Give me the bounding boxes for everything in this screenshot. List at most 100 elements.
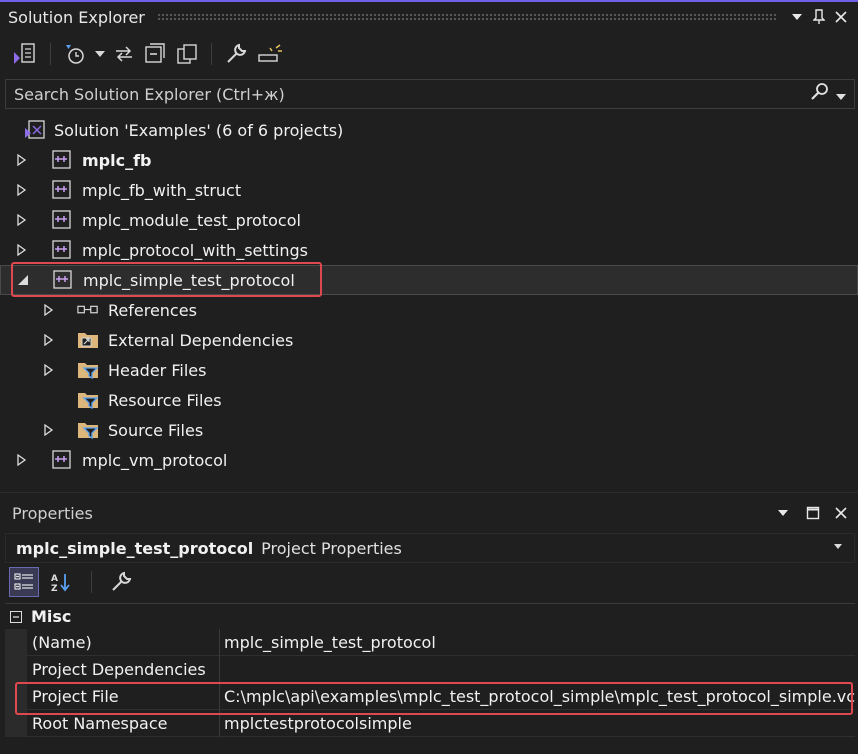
expand-arrow-icon[interactable] <box>15 243 29 257</box>
property-row[interactable]: Root Namespace mplctestprotocolsimple <box>5 710 855 737</box>
auto-hide-pin-icon[interactable] <box>808 6 830 28</box>
object-selector[interactable]: mplc_simple_test_protocol Project Proper… <box>5 533 855 563</box>
alphabetical-sort-icon[interactable]: AZ <box>47 567 77 597</box>
search-icon[interactable] <box>810 82 830 106</box>
solution-explorer-toolbar <box>0 32 858 76</box>
cpp-project-icon <box>51 150 73 170</box>
header-files-node[interactable]: Header Files <box>0 355 858 385</box>
search-solution-explorer[interactable] <box>5 79 855 109</box>
property-name: (Name) <box>27 629 220 656</box>
expand-arrow-icon[interactable] <box>42 363 56 377</box>
external-dependencies-node[interactable]: External Dependencies <box>0 325 858 355</box>
external-dependencies-folder-icon <box>77 330 99 350</box>
source-files-node[interactable]: Source Files <box>0 415 858 445</box>
references-node[interactable]: References <box>0 295 858 325</box>
expand-arrow-icon[interactable] <box>42 423 56 437</box>
solution-explorer-titlebar[interactable]: Solution Explorer <box>0 2 858 32</box>
resource-files-node[interactable]: Resource Files <box>0 385 858 415</box>
sync-with-active-document-icon[interactable] <box>111 39 137 69</box>
svg-text:Z: Z <box>51 584 58 593</box>
property-value[interactable]: mplc_simple_test_protocol <box>220 629 855 656</box>
cpp-project-icon <box>52 270 74 290</box>
preview-selected-icon[interactable] <box>254 39 286 69</box>
project-label: mplc_protocol_with_settings <box>82 240 308 260</box>
filter-folder-icon <box>77 360 99 380</box>
drag-grip[interactable] <box>156 13 776 21</box>
project-node[interactable]: mplc_protocol_with_settings <box>0 235 858 265</box>
solution-explorer-panel: Solution Explorer Search Solution Explor… <box>0 0 858 492</box>
search-options-dropdown-icon[interactable] <box>836 85 846 104</box>
properties-wrench-icon[interactable] <box>222 39 250 69</box>
object-selector-dropdown-icon[interactable] <box>834 541 842 552</box>
cpp-project-icon <box>51 450 73 470</box>
collapse-all-icon[interactable] <box>141 39 169 69</box>
node-label: References <box>108 300 197 320</box>
project-node[interactable]: mplc_module_test_protocol <box>0 205 858 235</box>
dropdown-arrow-icon[interactable] <box>93 39 107 69</box>
property-name: Project File <box>27 683 220 710</box>
svg-text:A: A <box>51 574 58 584</box>
project-node-selected[interactable]: mplc_simple_test_protocol <box>0 265 858 295</box>
property-value[interactable] <box>220 656 855 683</box>
window-position-dropdown-icon[interactable] <box>772 502 794 524</box>
project-label: mplc_fb_with_struct <box>82 180 242 200</box>
properties-toolbar: AZ <box>5 565 136 599</box>
project-label: mplc_module_test_protocol <box>82 210 301 230</box>
window-position-dropdown-icon[interactable] <box>786 6 808 28</box>
pending-changes-icon[interactable] <box>61 39 89 69</box>
property-name: Root Namespace <box>27 710 220 737</box>
project-label: mplc_fb <box>82 150 152 170</box>
vs-switch-views-icon[interactable] <box>10 39 40 69</box>
object-type: Project Properties <box>261 538 402 558</box>
properties-title: Properties <box>12 503 93 523</box>
filter-folder-icon <box>77 390 99 410</box>
property-pages-wrench-icon[interactable] <box>106 567 136 597</box>
property-row[interactable]: Project File C:\mplc\api\examples\mplc_t… <box>5 683 855 710</box>
property-row[interactable]: Project Dependencies <box>5 656 855 683</box>
property-value[interactable]: mplctestprotocolsimple <box>220 710 855 737</box>
category-name: Misc <box>31 607 72 626</box>
solution-label: Solution 'Examples' (6 of 6 projects) <box>54 120 344 140</box>
collapse-category-icon[interactable] <box>5 606 27 628</box>
toolbar-separator <box>91 571 92 593</box>
toolbar-separator <box>50 43 51 65</box>
solution-explorer-title: Solution Explorer <box>8 7 145 27</box>
property-name: Project Dependencies <box>27 656 220 683</box>
close-icon[interactable] <box>830 502 852 524</box>
property-value[interactable]: C:\mplc\api\examples\mplc_test_protocol_… <box>220 683 855 710</box>
expand-arrow-icon[interactable] <box>42 303 56 317</box>
node-label: Resource Files <box>108 390 222 410</box>
show-all-files-icon[interactable] <box>173 39 201 69</box>
properties-titlebar[interactable]: Properties <box>0 493 858 533</box>
collapse-arrow-icon[interactable] <box>16 273 30 287</box>
close-icon[interactable] <box>830 6 852 28</box>
search-input[interactable] <box>14 84 810 104</box>
object-name: mplc_simple_test_protocol <box>16 538 254 558</box>
expand-arrow-icon[interactable] <box>15 213 29 227</box>
project-node[interactable]: mplc_fb <box>0 145 858 175</box>
solution-icon <box>24 120 46 140</box>
maximize-icon[interactable] <box>802 502 824 524</box>
category-misc[interactable]: Misc <box>5 603 855 629</box>
references-icon <box>77 300 99 320</box>
property-grid: Misc (Name) mplc_simple_test_protocol Pr… <box>5 603 855 737</box>
toolbar-separator <box>211 43 212 65</box>
expand-arrow-icon[interactable] <box>15 453 29 467</box>
project-label: mplc_simple_test_protocol <box>83 270 295 290</box>
expand-arrow-icon[interactable] <box>42 333 56 347</box>
node-label: Source Files <box>108 420 204 440</box>
cpp-project-icon <box>51 240 73 260</box>
project-label: mplc_vm_protocol <box>82 450 228 470</box>
cpp-project-icon <box>51 210 73 230</box>
properties-panel: Properties mplc_simple_test_protocol Pro… <box>0 492 858 754</box>
project-node[interactable]: mplc_vm_protocol <box>0 445 858 475</box>
expand-arrow-icon[interactable] <box>15 153 29 167</box>
solution-node[interactable]: Solution 'Examples' (6 of 6 projects) <box>0 115 858 145</box>
filter-folder-icon <box>77 420 99 440</box>
property-row[interactable]: (Name) mplc_simple_test_protocol <box>5 629 855 656</box>
node-label: External Dependencies <box>108 330 294 350</box>
categorized-view-icon[interactable] <box>9 567 39 597</box>
project-node[interactable]: mplc_fb_with_struct <box>0 175 858 205</box>
cpp-project-icon <box>51 180 73 200</box>
expand-arrow-icon[interactable] <box>15 183 29 197</box>
